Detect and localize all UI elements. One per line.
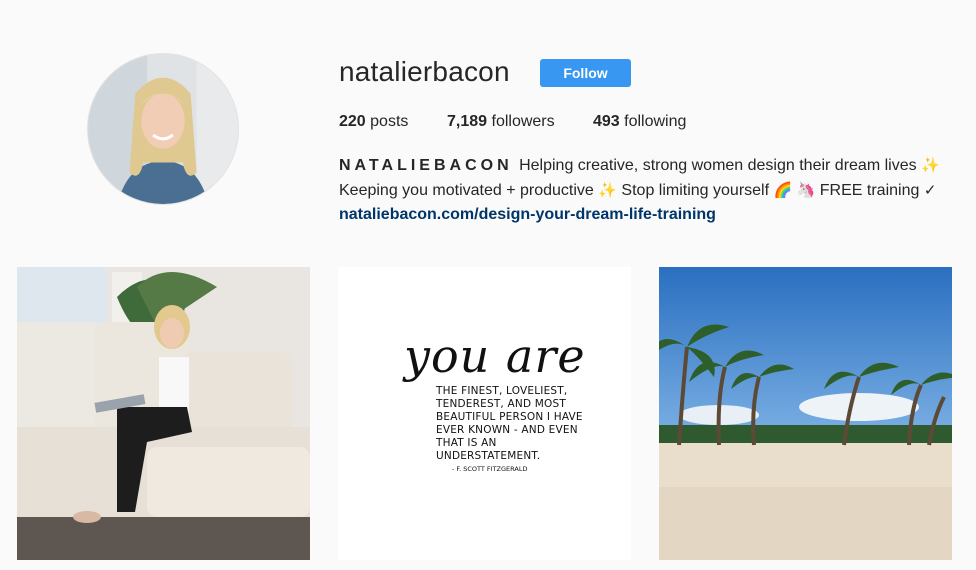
quote-body-text: THE FINEST, LOVELIEST, TENDEREST, AND MO… <box>436 385 583 462</box>
avatar-photo <box>88 54 238 204</box>
unicorn-icon: 🦄 <box>796 181 816 199</box>
followers-stat[interactable]: 7,189 followers <box>447 113 555 131</box>
bio-text-2: Keeping you motivated + productive <box>339 182 594 199</box>
followers-count: 7,189 <box>447 113 488 130</box>
posts-stat: 220 posts <box>339 113 408 131</box>
bio-text-3: Stop limiting yourself <box>621 182 770 199</box>
checkmark-icon: ✓ <box>923 181 937 199</box>
post-thumbnail-1[interactable] <box>17 267 310 560</box>
quote-script-text: you are <box>404 329 586 383</box>
following-label: following <box>619 113 687 130</box>
bio-text-4: FREE training <box>819 182 920 199</box>
bio-website-link[interactable]: nataliebacon.com/design-your-dream-life-… <box>339 203 969 227</box>
post-photo-woman-sofa <box>17 267 310 560</box>
bio-line-1: NATALIEBACON Helping creative, strong wo… <box>339 153 969 178</box>
quote-attribution: - F. SCOTT FITZGERALD <box>452 465 528 473</box>
post-photo-beach <box>659 267 952 560</box>
profile-bio: NATALIEBACON Helping creative, strong wo… <box>339 153 969 227</box>
posts-label: posts <box>365 113 409 130</box>
follow-button[interactable]: Follow <box>540 59 631 87</box>
sparkles-icon: ✨ <box>921 156 940 174</box>
posts-count: 220 <box>339 113 366 130</box>
following-stat[interactable]: 493 following <box>593 113 686 131</box>
sparkles-icon: ✨ <box>598 181 617 199</box>
bio-text-1: Helping creative, strong women design th… <box>519 157 917 174</box>
rainbow-icon: 🌈 <box>773 181 793 199</box>
following-count: 493 <box>593 113 620 130</box>
profile-avatar[interactable] <box>87 53 239 205</box>
bio-line-2: Keeping you motivated + productive ✨ Sto… <box>339 178 969 203</box>
bio-full-name: NATALIEBACON <box>339 157 513 174</box>
post-thumbnail-2[interactable]: you are THE FINEST, LOVELIEST, TENDEREST… <box>338 267 631 560</box>
post-thumbnail-3[interactable] <box>659 267 952 560</box>
profile-username: natalierbacon <box>339 56 510 87</box>
followers-label: followers <box>487 113 555 130</box>
